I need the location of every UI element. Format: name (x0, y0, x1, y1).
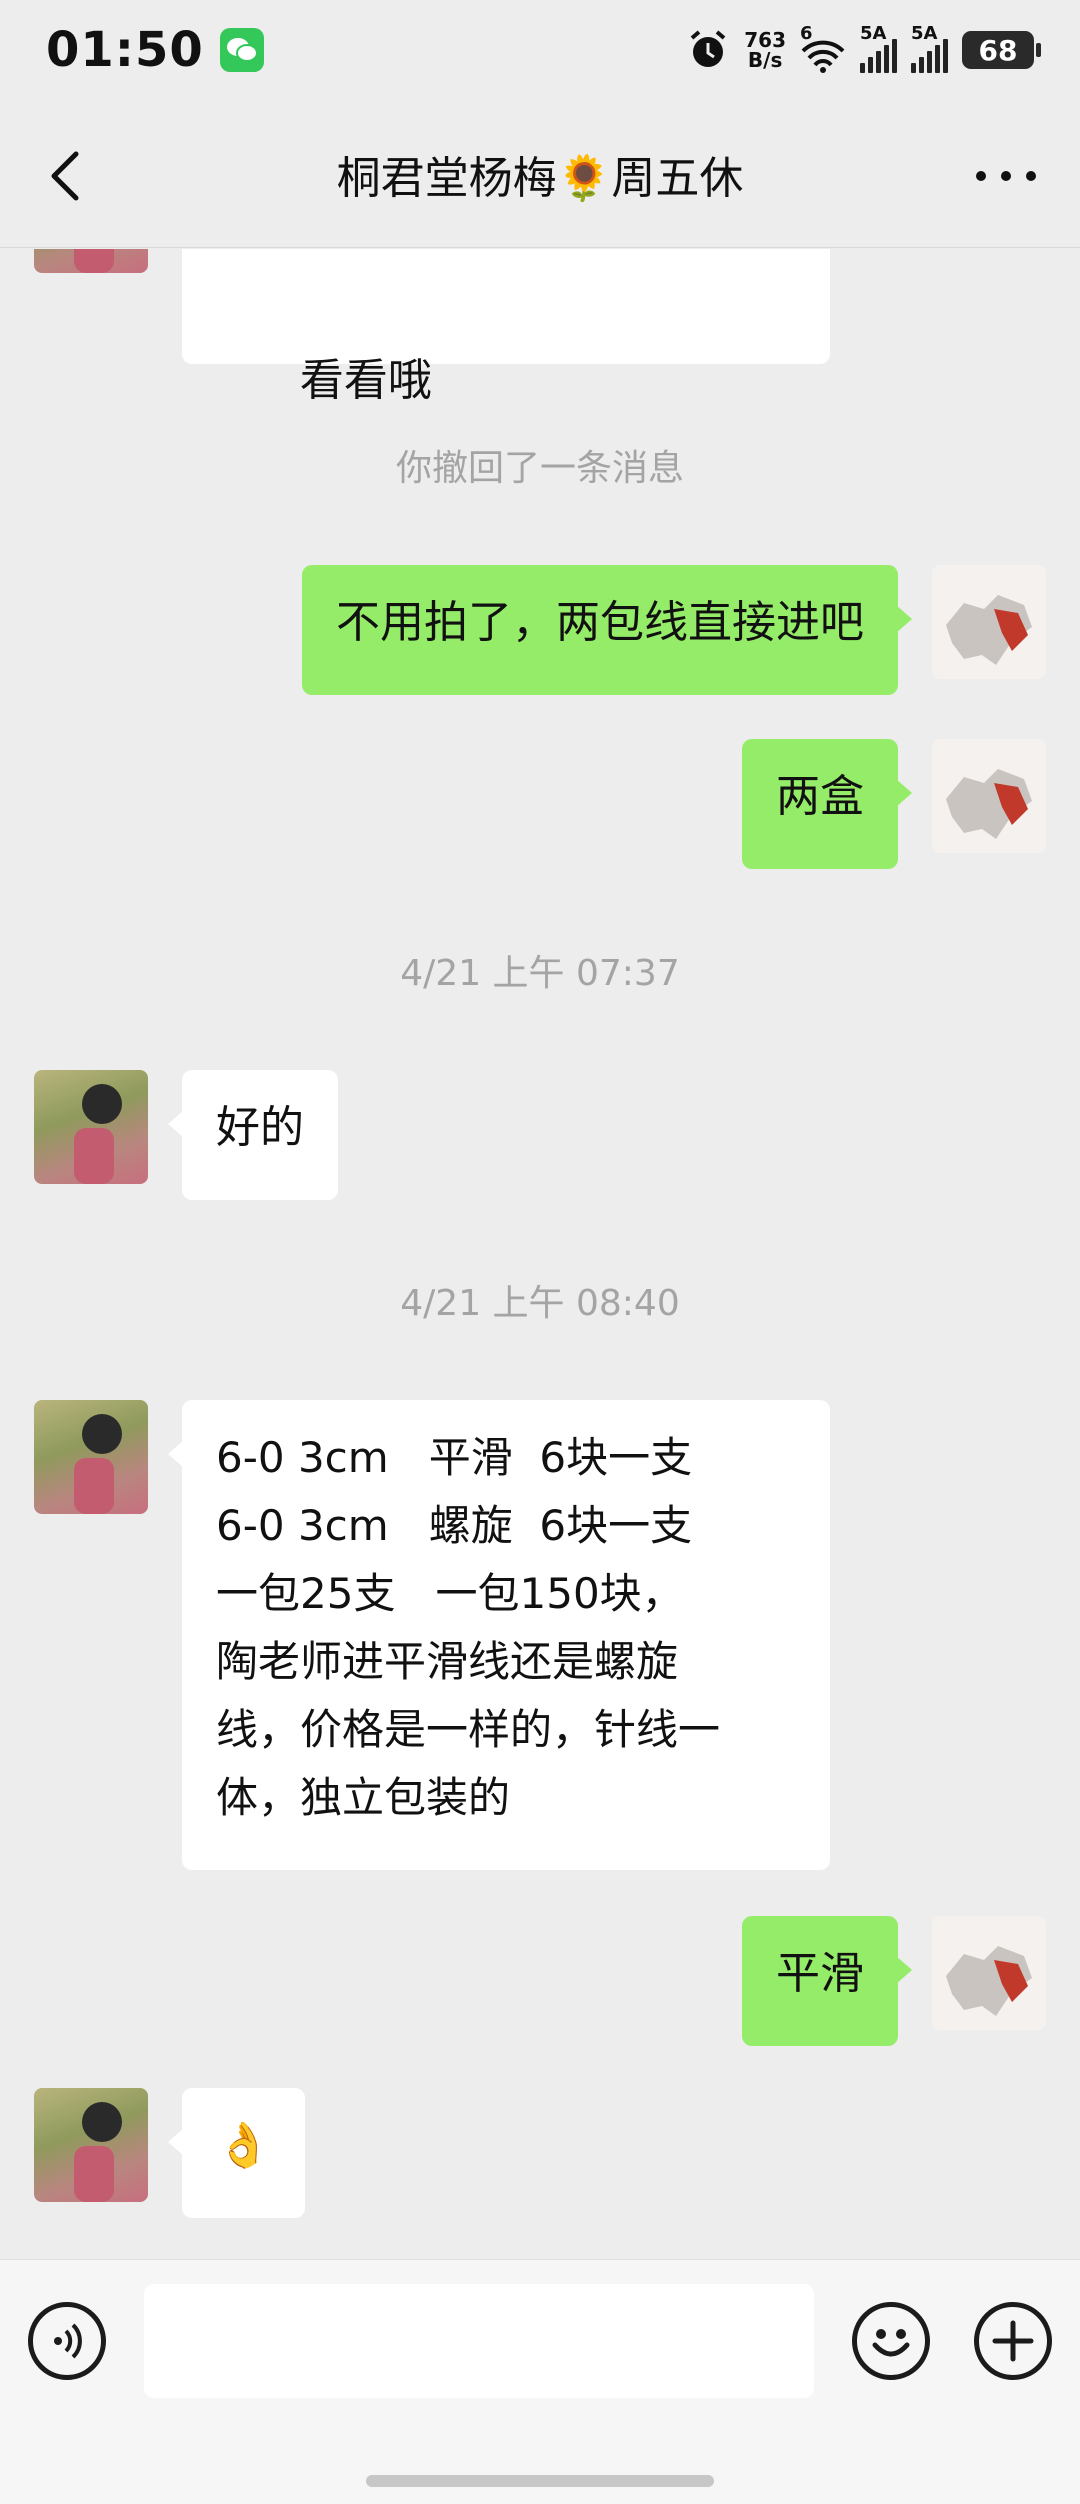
net-speed-value: 763 (744, 28, 786, 52)
message-bubble[interactable]: 平滑 (742, 1916, 912, 2046)
message-bubble[interactable]: 不用拍了，两包线直接进吧 (302, 565, 912, 695)
back-button[interactable] (44, 148, 92, 204)
battery-indicator: 68 (962, 31, 1041, 69)
chat-title: 桐君堂杨梅🌻周五休 (336, 152, 744, 204)
input-bar (0, 2259, 1080, 2504)
plus-icon (992, 2320, 1034, 2362)
voice-icon (54, 2323, 82, 2359)
message-input[interactable] (144, 2284, 814, 2398)
contact-avatar[interactable] (34, 1400, 148, 1514)
status-time: 01:50 (46, 22, 204, 78)
wechat-notification-icon (219, 28, 264, 72)
more-button[interactable] (976, 158, 1036, 194)
emoji-button[interactable] (852, 2302, 930, 2380)
wifi-indicator: 6 (800, 23, 846, 73)
message-bubble[interactable]: 两盒 (742, 739, 912, 869)
wifi-icon (801, 40, 845, 73)
more-functions-button[interactable] (974, 2302, 1052, 2380)
message-text: 看看哦 (299, 355, 432, 406)
message-list[interactable]: 看看哦 你撤回了一条消息 不用拍了，两包线直接进吧 两盒 4/21 上午 07:… (0, 249, 1080, 2259)
message-bubble[interactable]: 好的 (168, 1070, 338, 1200)
status-icons: 763 B/s 6 5A 5A 68 (686, 23, 1041, 73)
timestamp: 4/21 上午 08:40 (400, 1283, 680, 1324)
emoji-icon (872, 2329, 910, 2357)
my-avatar[interactable] (932, 739, 1046, 853)
chevron-left-icon (51, 151, 79, 201)
my-avatar[interactable] (932, 1916, 1046, 2030)
message-bubble[interactable]: 👌 (168, 2088, 305, 2218)
system-message: 你撤回了一条消息 (395, 448, 684, 489)
home-indicator[interactable] (366, 2475, 714, 2487)
contact-avatar[interactable] (34, 249, 148, 273)
timestamp: 4/21 上午 07:37 (400, 953, 680, 994)
message-bubble[interactable]: 看看哦 (182, 249, 830, 406)
signal-indicator-2: 5A (911, 23, 948, 73)
net-speed: 763 B/s (744, 30, 786, 70)
net-speed-unit: B/s (747, 48, 783, 72)
wifi-label: 6 (800, 23, 813, 44)
signal1-label: 5A (860, 23, 887, 44)
more-dots-icon (976, 171, 986, 181)
signal2-label: 5A (911, 23, 938, 44)
voice-button[interactable] (28, 2302, 106, 2380)
alarm-icon (690, 30, 726, 67)
contact-avatar[interactable] (34, 1070, 148, 1184)
chat-header: 桐君堂杨梅🌻周五休 (0, 100, 1080, 248)
signal-indicator-1: 5A (860, 23, 897, 73)
my-avatar[interactable] (932, 565, 1046, 679)
contact-avatar[interactable] (34, 2088, 148, 2202)
message-bubble[interactable]: 6-0 3cm 平滑 6块一支 6-0 3cm 螺旋 6块一支 一包25支 一包… (168, 1400, 830, 1870)
status-bar: 01:50 763 B/s 6 5A 5A 68 (0, 0, 1080, 100)
